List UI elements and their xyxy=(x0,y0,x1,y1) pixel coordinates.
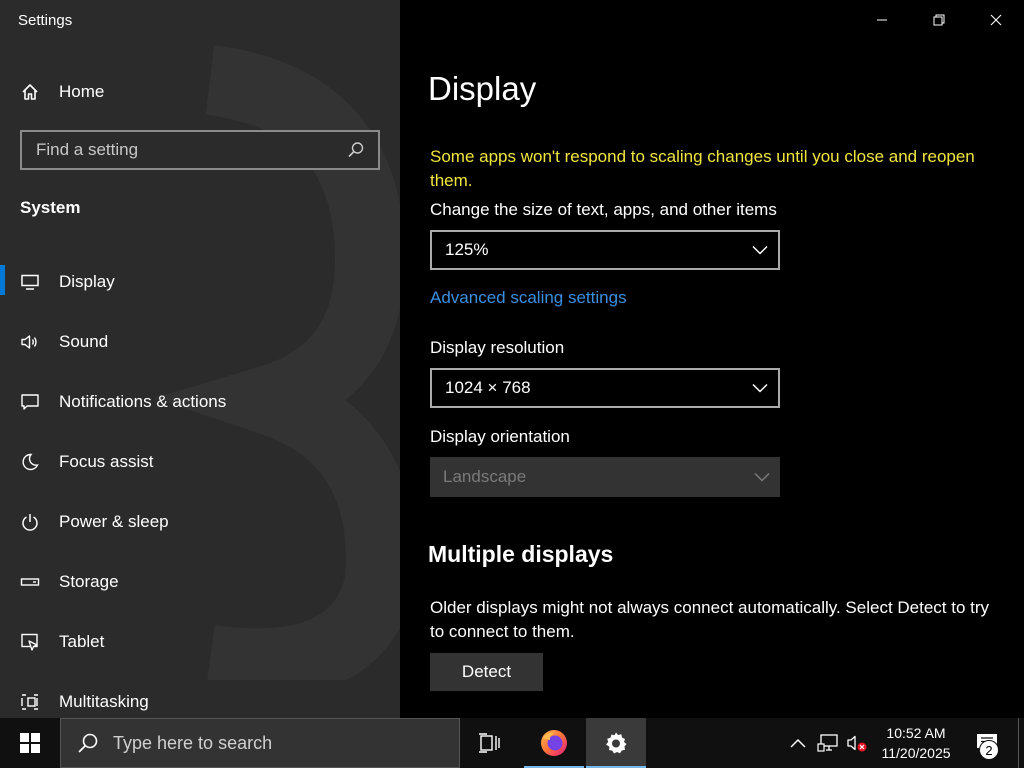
clock-date: 11/20/2025 xyxy=(881,745,951,761)
main-content: Display Some apps won't respond to scali… xyxy=(400,0,1024,718)
volume-muted-icon xyxy=(847,735,867,752)
close-button[interactable] xyxy=(967,0,1024,40)
taskbar-search-input[interactable] xyxy=(113,732,459,754)
taskbar: 10:52 AM 11/20/2025 xyxy=(0,718,1024,768)
minimize-icon xyxy=(876,19,887,21)
tablet-icon xyxy=(20,632,40,652)
sidebar-item-display[interactable]: Display xyxy=(0,262,400,302)
show-desktop-button[interactable] xyxy=(1018,718,1024,768)
sidebar-item-notifications[interactable]: Notifications & actions xyxy=(0,382,400,422)
minimize-button[interactable] xyxy=(853,0,910,40)
resolution-value: 1024 × 768 xyxy=(445,378,531,397)
settings-search-input[interactable] xyxy=(36,140,346,160)
resolution-label: Display resolution xyxy=(430,338,565,357)
home-icon xyxy=(20,82,40,102)
orientation-value: Landscape xyxy=(443,467,527,486)
scale-dropdown[interactable]: 125% xyxy=(430,230,780,270)
scale-label: Change the size of text, apps, and other… xyxy=(430,200,777,219)
advanced-scaling-link[interactable]: Advanced scaling settings xyxy=(430,288,627,308)
sidebar-item-focus-assist[interactable]: Focus assist xyxy=(0,442,400,482)
clock-time: 10:52 AM xyxy=(886,725,946,741)
section-title: System xyxy=(20,198,81,217)
close-icon xyxy=(990,14,1001,26)
scaling-warning: Some apps won't respond to scaling chang… xyxy=(430,147,975,190)
sidebar-item-storage[interactable]: Storage xyxy=(0,562,400,602)
window-title: Settings xyxy=(18,12,73,29)
chevron-down-icon xyxy=(754,472,770,482)
taskbar-clock[interactable]: 10:52 AM 11/20/2025 xyxy=(868,718,964,768)
notification-count-badge: 2 xyxy=(979,740,999,760)
power-icon xyxy=(20,512,40,532)
page-title: Display xyxy=(428,70,537,107)
sidebar-item-multitasking[interactable]: Multitasking xyxy=(0,682,400,718)
sidebar-item-label: Power & sleep xyxy=(59,512,169,531)
settings-search-box[interactable] xyxy=(20,130,380,170)
monitor-icon xyxy=(20,272,40,292)
gear-icon xyxy=(606,732,627,754)
sidebar-item-label: Sound xyxy=(59,332,109,351)
sidebar: Settings Home System Display Sound Notif… xyxy=(0,0,400,718)
restore-button[interactable] xyxy=(910,0,967,40)
search-icon[interactable] xyxy=(346,140,366,160)
scale-value: 125% xyxy=(445,240,489,259)
network-icon xyxy=(817,734,838,752)
taskbar-search-box[interactable] xyxy=(60,718,460,768)
storage-icon xyxy=(20,572,40,592)
chevron-up-icon xyxy=(790,738,806,748)
notification-icon xyxy=(20,392,40,412)
multiple-displays-description: Older displays might not always connect … xyxy=(430,598,990,641)
sidebar-item-power-sleep[interactable]: Power & sleep xyxy=(0,502,400,542)
chevron-down-icon xyxy=(752,245,768,255)
speaker-icon xyxy=(20,332,40,352)
sidebar-item-sound[interactable]: Sound xyxy=(0,322,400,362)
sidebar-item-label: Display xyxy=(59,272,115,291)
detect-button[interactable]: Detect xyxy=(430,653,543,691)
orientation-dropdown: Landscape xyxy=(430,457,780,497)
firefox-icon xyxy=(541,730,567,756)
sidebar-item-label: Storage xyxy=(59,572,119,591)
sidebar-item-label: Notifications & actions xyxy=(59,392,227,411)
network-tray-button[interactable] xyxy=(814,718,842,768)
sidebar-item-label: Multitasking xyxy=(59,692,149,711)
resolution-dropdown[interactable]: 1024 × 768 xyxy=(430,368,780,408)
show-hidden-icons-button[interactable] xyxy=(786,718,810,768)
orientation-label: Display orientation xyxy=(430,427,570,446)
windows-logo-icon xyxy=(20,733,40,753)
multiple-displays-title: Multiple displays xyxy=(428,541,614,567)
task-view-button[interactable] xyxy=(460,718,520,768)
multitasking-icon xyxy=(20,692,40,712)
restore-icon xyxy=(933,14,944,26)
sidebar-item-label: Tablet xyxy=(59,632,105,651)
window-controls xyxy=(853,0,1024,40)
search-icon xyxy=(78,733,98,753)
moon-icon xyxy=(20,452,40,472)
home-label: Home xyxy=(59,82,105,101)
start-button[interactable] xyxy=(0,718,60,768)
home-nav-item[interactable]: Home xyxy=(20,80,104,104)
sidebar-item-label: Focus assist xyxy=(59,452,154,471)
firefox-taskbar-button[interactable] xyxy=(524,718,584,768)
sidebar-item-tablet[interactable]: Tablet xyxy=(0,622,400,662)
task-view-icon xyxy=(479,733,500,753)
chevron-down-icon xyxy=(752,383,768,393)
settings-taskbar-button[interactable] xyxy=(586,718,646,768)
volume-tray-button[interactable] xyxy=(844,718,870,768)
